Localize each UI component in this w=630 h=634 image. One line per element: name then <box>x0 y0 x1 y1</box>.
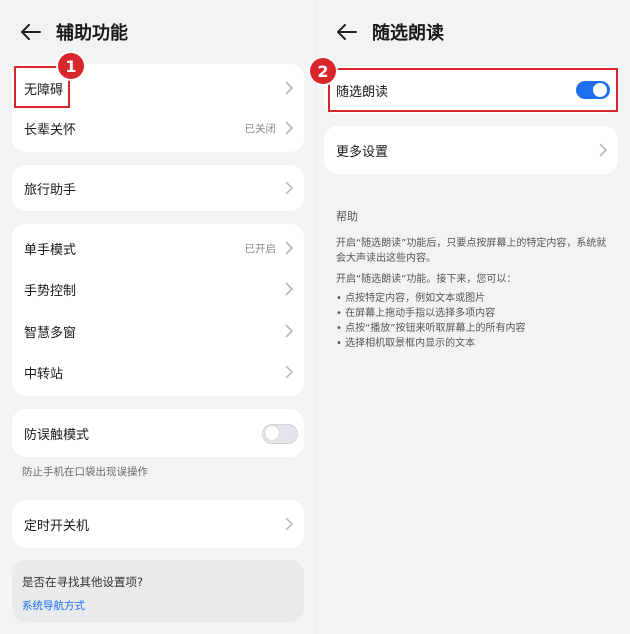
help-heading: 帮助 <box>336 210 358 223</box>
row-travel-assistant[interactable]: 旅行助手 <box>12 168 304 208</box>
more-settings-card: 更多设置 <box>324 126 618 174</box>
row-smart-multi-window[interactable]: 智慧多窗 <box>12 311 304 351</box>
row-label: 长辈关怀 <box>24 122 77 138</box>
row-one-handed-mode[interactable]: 单手模式 已开启 <box>12 228 304 268</box>
row-label: 单手模式 <box>24 242 77 258</box>
chevron-right-icon <box>285 81 294 95</box>
row-label: 定时开关机 <box>24 518 90 534</box>
chevron-right-icon <box>285 181 294 195</box>
back-arrow-icon[interactable] <box>20 21 42 43</box>
search-suggestion-card: 是否在寻找其他设置项? 系统导航方式 <box>12 560 304 622</box>
row-label: 更多设置 <box>336 144 389 160</box>
row-transfer-station[interactable]: 中转站 <box>12 352 304 392</box>
settings-group-2: 旅行助手 <box>12 165 304 211</box>
toggle-knob <box>265 426 279 440</box>
right-header: 随选朗读 <box>336 14 444 50</box>
row-mistouch-mode: 防误触模式 <box>12 413 304 453</box>
help-list-item: 点按特定内容，例如文本或图片 <box>336 291 616 306</box>
row-value: 已开启 <box>244 242 277 255</box>
left-header: 辅助功能 <box>20 14 128 50</box>
row-label: 旅行助手 <box>24 182 77 198</box>
row-label: 手势控制 <box>24 283 77 299</box>
row-label: 防误触模式 <box>24 427 90 443</box>
row-value: 已关闭 <box>244 122 277 135</box>
row-label: 智慧多窗 <box>24 325 77 341</box>
back-arrow-icon[interactable] <box>336 21 358 43</box>
chevron-right-icon <box>285 365 294 379</box>
help-paragraph-2: 开启“随选朗读”功能。接下来，您可以： <box>336 274 517 285</box>
help-list-item: 在屏幕上拖动手指以选择多项内容 <box>336 306 616 321</box>
step-badge-1: 1 <box>58 53 84 79</box>
help-paragraph-1: 开启“随选朗读”功能后，只要点按屏幕上的特定内容，系统就会大声读出这些内容。 <box>336 238 607 264</box>
help-list: 点按特定内容，例如文本或图片 在屏幕上拖动手指以选择多项内容 点按“播放”按钮来… <box>336 291 616 351</box>
settings-group-3: 单手模式 已开启 手势控制 智慧多窗 中转站 <box>12 224 304 396</box>
help-list-item: 选择相机取景框内显示的文本 <box>336 336 616 351</box>
page-title: 随选朗读 <box>372 23 444 44</box>
chevron-right-icon <box>285 121 294 135</box>
row-scheduled-power[interactable]: 定时开关机 <box>12 504 304 544</box>
row-label: 中转站 <box>24 366 64 382</box>
settings-group-mistouch: 防误触模式 <box>12 409 304 457</box>
mistouch-description: 防止手机在口袋出现误操作 <box>22 466 148 478</box>
accessibility-panel: 辅助功能 无障碍 长辈关怀 已关闭 旅行助手 单手模式 已开启 手势控制 智慧多… <box>0 0 316 634</box>
step-badge-2: 2 <box>310 58 336 84</box>
row-elder-care[interactable]: 长辈关怀 已关闭 <box>12 108 304 148</box>
row-more-settings[interactable]: 更多设置 <box>324 130 618 170</box>
settings-group-timer: 定时开关机 <box>12 500 304 548</box>
system-navigation-link[interactable]: 系统导航方式 <box>22 598 85 613</box>
chevron-right-icon <box>285 282 294 296</box>
chevron-right-icon <box>285 517 294 531</box>
page-title: 辅助功能 <box>56 23 128 44</box>
mistouch-toggle[interactable] <box>262 424 298 444</box>
annotation-highlight-box <box>328 68 618 112</box>
help-list-item: 点按“播放”按钮来听取屏幕上的所有内容 <box>336 321 616 336</box>
chevron-right-icon <box>599 143 608 157</box>
chevron-right-icon <box>285 241 294 255</box>
row-gesture-control[interactable]: 手势控制 <box>12 269 304 309</box>
chevron-right-icon <box>285 324 294 338</box>
suggestion-question: 是否在寻找其他设置项? <box>22 575 144 589</box>
